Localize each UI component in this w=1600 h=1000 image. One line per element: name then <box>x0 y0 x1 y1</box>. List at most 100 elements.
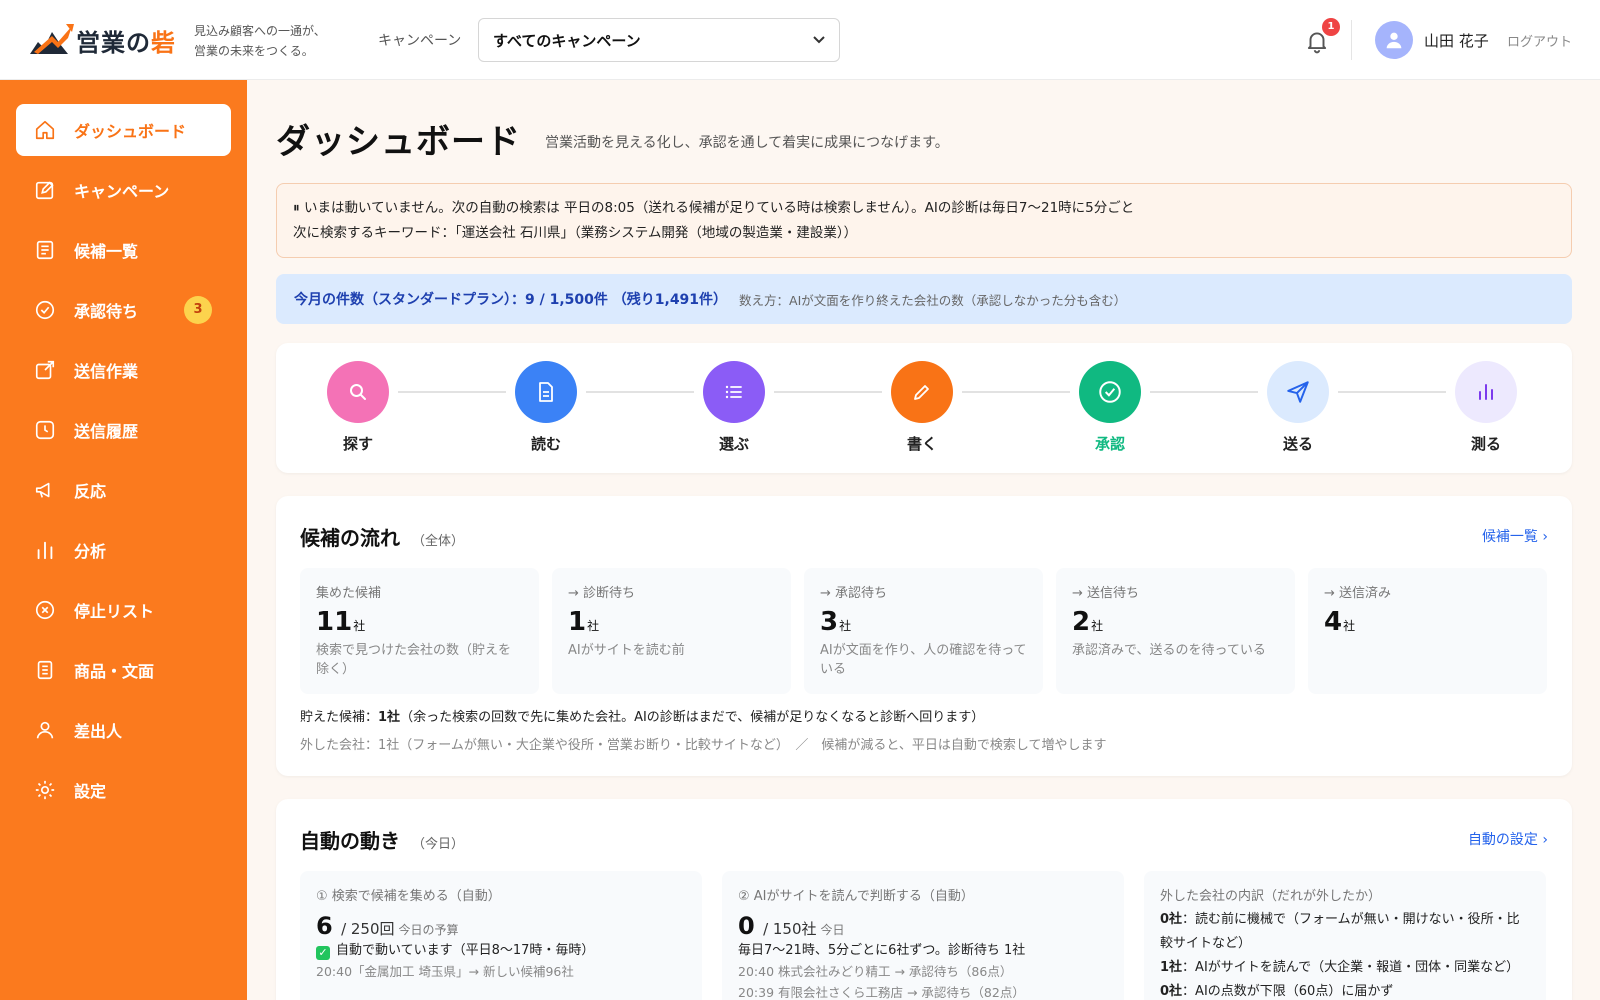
flow-title: 候補の流れ （全体） <box>300 526 465 550</box>
main-content: ダッシュボード 営業活動を見える化し、承認を通して着実に成果につなげます。 ⏸ … <box>247 80 1600 1000</box>
auto-search-box: ① 検索で候補を集める（自動） 6 / 250回 今日の予算 ✓ 自動で動いています… <box>300 871 702 1000</box>
sidebar-item-stoplist[interactable]: 停止リスト <box>16 584 231 636</box>
pipeline-step-approve[interactable]: 承認 <box>1060 361 1160 454</box>
pencil-icon <box>891 361 953 423</box>
check-circle-icon <box>34 299 56 321</box>
step-label: 測る <box>1470 435 1501 453</box>
user-name: 山田 花子 <box>1424 32 1489 50</box>
pipeline-step-search[interactable]: 探す <box>308 361 408 454</box>
user-avatar-icon <box>1386 32 1402 49</box>
auto-diagnosis-box: ② AIがサイトを読んで判断する（自動） 0 / 150社 今日 毎日7〜21時、… <box>722 871 1124 1000</box>
pipeline-connector <box>1338 391 1446 393</box>
notice-line-1: ⏸ いまは動いていません。次の自動の検索は 平日の8:05（送れる候補が足りてい… <box>293 200 1135 216</box>
x-circle-icon <box>34 599 56 621</box>
flow-stage-approval: → 承認待ち 3社 AIが文面を作り、人の確認を待っている <box>804 568 1043 694</box>
sidebar-item-label: 承認待ち <box>74 302 139 321</box>
pipeline-card: 探す 読む 選ぶ 書く 承認 送る 測る <box>276 343 1572 473</box>
sidebar-item-settings[interactable]: 設定 <box>16 764 231 816</box>
excluded-note: 外した会社：1社（フォームが無い・大企業や役所・営業お断り・比較サイトなど） ／… <box>300 738 1107 753</box>
header-divider <box>1351 20 1352 60</box>
logo-text: 営業の砦 <box>76 28 176 57</box>
flow-stage-sent: → 送信済み 4社 <box>1308 568 1547 694</box>
sidebar-item-campaign[interactable]: キャンペーン <box>16 164 231 216</box>
pipeline-connector <box>586 391 694 393</box>
automation-card: 自動の動き （今日） 自動の設定 › ① 検索で候補を集める（自動） 6 / 25… <box>276 799 1572 1000</box>
home-icon <box>34 119 56 141</box>
auto-title: 自動の動き （今日） <box>300 829 465 853</box>
sidebar-item-analytics[interactable]: 分析 <box>16 524 231 576</box>
sidebar-item-sending[interactable]: 送信作業 <box>16 344 231 396</box>
campaign-select[interactable]: すべてのキャンペーン <box>478 18 840 62</box>
auto-settings-link[interactable]: 自動の設定 › <box>1468 829 1548 849</box>
step-label: 探す <box>342 435 373 453</box>
tagline: 見込み顧客への一通が、 営業の未来をつくる。 <box>194 21 326 61</box>
candidate-flow-card: 候補の流れ （全体） 候補一覧 › 集めた候補 11社 検索で見つけた会社の数（貯… <box>276 496 1572 776</box>
pipeline-step-send[interactable]: 送る <box>1248 361 1348 454</box>
sidebar-item-responses[interactable]: 反応 <box>16 464 231 516</box>
external-link-icon <box>34 359 56 381</box>
logo-mark-icon <box>28 22 74 58</box>
page-subtitle: 営業活動を見える化し、承認を通して着実に成果につなげます。 <box>545 135 949 151</box>
sidebar-item-dashboard[interactable]: ダッシュボード <box>16 104 231 156</box>
pipeline-step-write[interactable]: 書く <box>872 361 972 454</box>
excluded-breakdown-box: 外した会社の内訳（だれが外したか） 0社：読む前に機械で（フォームが無い・開けな… <box>1144 871 1546 1000</box>
document-icon <box>34 659 56 681</box>
sidebar-item-label: 送信履歴 <box>74 422 139 441</box>
step-label: 選ぶ <box>718 435 749 453</box>
step-label: 承認 <box>1094 435 1125 453</box>
sidebar-item-label: ダッシュボード <box>74 122 187 141</box>
checkbox-checked-icon: ✓ <box>316 946 330 960</box>
step-label: 読む <box>530 435 561 453</box>
avatar[interactable] <box>1375 21 1413 59</box>
sidebar-item-sender[interactable]: 差出人 <box>16 704 231 756</box>
pipeline-step-measure[interactable]: 測る <box>1436 361 1536 454</box>
step-label: 書く <box>906 435 937 453</box>
sidebar-item-label: 候補一覧 <box>74 242 139 261</box>
pipeline-step-select[interactable]: 選ぶ <box>684 361 784 454</box>
edit-icon <box>34 179 56 201</box>
campaign-label: キャンペーン <box>378 33 462 49</box>
search-icon <box>327 361 389 423</box>
logout-link[interactable]: ログアウト <box>1507 31 1572 50</box>
approval-count-badge: 3 <box>184 296 212 324</box>
sun-gear-icon <box>34 779 56 801</box>
sidebar-item-label: 反応 <box>74 482 107 501</box>
sidebar-item-history[interactable]: 送信履歴 <box>16 404 231 456</box>
sidebar-item-label: 分析 <box>74 542 107 561</box>
campaign-select-value: すべてのキャンペーン <box>493 31 641 50</box>
sidebar-item-label: キャンペーン <box>74 182 170 201</box>
bar-chart-icon <box>1455 361 1517 423</box>
step-label: 送る <box>1282 435 1313 453</box>
tagline-line-2: 営業の未来をつくる。 <box>194 44 314 58</box>
pipeline-connector <box>1150 391 1258 393</box>
clock-icon <box>34 419 56 441</box>
megaphone-icon <box>34 479 56 501</box>
bar-chart-icon <box>34 539 56 561</box>
usage-count: 今月の件数（スタンダードプラン）：9 / 1,500件 （残り1,491件） <box>294 292 728 308</box>
flow-stage-collected: 集めた候補 11社 検索で見つけた会社の数（貯えを除く） <box>300 568 539 694</box>
pipeline-connector <box>398 391 506 393</box>
app-logo[interactable]: 営業の砦 <box>28 20 176 60</box>
notification-badge: 1 <box>1322 18 1340 36</box>
candidate-list-link[interactable]: 候補一覧 › <box>1482 526 1548 546</box>
sidebar-item-approval[interactable]: 承認待ち 3 <box>16 284 231 336</box>
pipeline-step-read[interactable]: 読む <box>496 361 596 454</box>
usage-bar: 今月の件数（スタンダードプラン）：9 / 1,500件 （残り1,491件） 数… <box>276 274 1572 324</box>
tagline-line-1: 見込み顧客への一通が、 <box>194 24 326 38</box>
sidebar-item-label: 停止リスト <box>74 602 155 621</box>
notice-line-2: 次に検索するキーワード：「運送会社 石川県」（業務システム開発（地域の製造業・建… <box>293 225 858 241</box>
send-icon <box>1267 361 1329 423</box>
usage-note: 数え方：AIが文面を作り終えた会社の数（承認しなかった分も含む） <box>739 292 1127 308</box>
sidebar: ダッシュボード キャンペーン 候補一覧 承認待ち 3 送信作業 送信履歴 反応 … <box>0 80 247 1000</box>
pipeline-connector <box>962 391 1070 393</box>
pipeline-connector <box>774 391 882 393</box>
flow-stage-diagnosis: → 診断待ち 1社 AIがサイトを読む前 <box>552 568 791 694</box>
check-icon <box>1079 361 1141 423</box>
sidebar-item-label: 商品・文面 <box>74 662 155 681</box>
sidebar-item-label: 差出人 <box>74 722 123 741</box>
page-title: ダッシュボード <box>276 122 521 162</box>
stored-candidates-note: 貯えた候補：1社（余った検索の回数で先に集めた会社。AIの診断はまだで、候補が足… <box>300 710 985 725</box>
sidebar-item-candidates[interactable]: 候補一覧 <box>16 224 231 276</box>
sidebar-item-products[interactable]: 商品・文面 <box>16 644 231 696</box>
status-notice: ⏸ いまは動いていません。次の自動の検索は 平日の8:05（送れる候補が足りてい… <box>276 183 1572 258</box>
